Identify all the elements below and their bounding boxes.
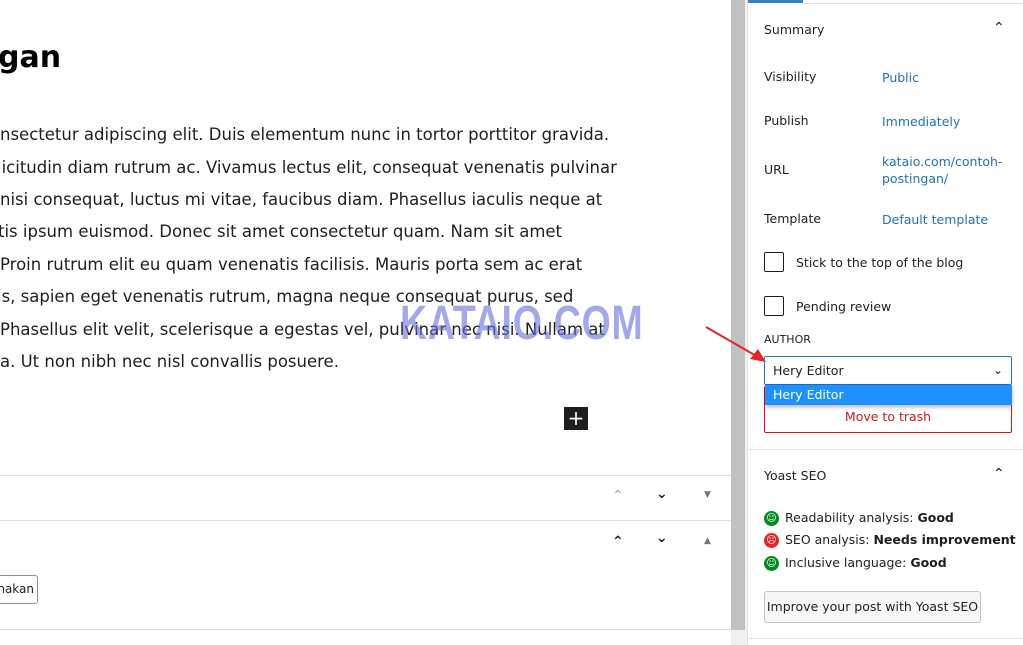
chevron-up-icon[interactable]: ⌃ — [993, 466, 1005, 482]
seo-value: Needs improvement — [873, 532, 1016, 547]
template-value[interactable]: Default template — [882, 212, 988, 227]
paragraph-line: Proin rutrum elit eu quam venenatis faci… — [0, 255, 583, 274]
move-up-button[interactable]: ⌃ — [612, 534, 624, 550]
divider — [748, 638, 1023, 639]
inclusive-value: Good — [910, 555, 947, 570]
move-to-trash-label: Move to trash — [844, 409, 932, 424]
paragraph-line: nisi consequat, luctus mi vitae, faucibu… — [0, 190, 603, 209]
toggle-panel-button[interactable]: ▲ — [704, 536, 711, 546]
divider — [748, 449, 1023, 450]
add-block-button[interactable]: + — [564, 407, 588, 430]
paragraph-line: licitudin diam rutrum ac. Vivamus lectus… — [0, 158, 617, 177]
watermark-logo: KATAIO.COM — [400, 297, 644, 350]
seo-status: SEO analysis: Needs improvement — [785, 532, 1016, 547]
visibility-label: Visibility — [764, 69, 817, 84]
pending-review-label: Pending review — [796, 299, 892, 314]
smiley-bad-icon: ☹ — [764, 533, 779, 548]
readability-label: Readability analysis: — [785, 510, 914, 525]
smiley-good-icon: ☺ — [764, 556, 779, 571]
pending-review-checkbox[interactable] — [764, 296, 784, 316]
move-down-button[interactable]: ⌄ — [656, 530, 668, 546]
move-up-button[interactable]: ⌃ — [612, 488, 624, 504]
divider — [0, 629, 731, 630]
readability-value: Good — [917, 510, 954, 525]
url-label: URL — [764, 162, 789, 177]
divider — [0, 475, 731, 476]
template-label: Template — [764, 211, 822, 226]
paragraph-line: nsectetur adipiscing elit. Duis elementu… — [0, 125, 610, 144]
inclusive-status: Inclusive language: Good — [785, 555, 947, 570]
divider — [0, 520, 731, 521]
chevron-up-icon[interactable]: ⌃ — [993, 20, 1005, 36]
move-down-button[interactable]: ⌄ — [656, 486, 668, 502]
summary-title[interactable]: Summary — [764, 22, 824, 37]
yoast-title[interactable]: Yoast SEO — [764, 468, 826, 483]
readability-status: Readability analysis: Good — [785, 510, 954, 525]
scrollbar-thumb[interactable] — [731, 0, 745, 630]
author-option[interactable]: Hery Editor — [765, 385, 1012, 405]
divider — [803, 3, 1023, 4]
chevron-down-icon: ⌄ — [992, 363, 1003, 377]
author-selected-value: Hery Editor — [773, 363, 844, 378]
improve-yoast-button[interactable]: Improve your post with Yoast SEO — [764, 591, 981, 623]
plus-icon: + — [567, 406, 585, 430]
paragraph-line: tis ipsum euismod. Donec sit amet consec… — [0, 222, 563, 241]
post-title[interactable]: gan — [0, 40, 61, 75]
author-select[interactable]: Hery Editor ⌄ — [764, 356, 1012, 385]
paragraph-line: a. Ut non nibh nec nisl convallis posuer… — [0, 352, 339, 371]
toggle-panel-button[interactable]: ▼ — [704, 490, 711, 500]
tab-post-indicator[interactable] — [748, 0, 803, 3]
url-value[interactable]: kataio.com/contoh-postingan/ — [882, 153, 1007, 187]
meta-select[interactable]: nakan — [0, 575, 38, 604]
author-label: AUTHOR — [764, 333, 811, 346]
stick-to-top-label: Stick to the top of the blog — [796, 255, 964, 270]
visibility-value[interactable]: Public — [882, 70, 919, 85]
stick-to-top-checkbox[interactable] — [764, 252, 784, 272]
red-arrow-annotation — [705, 326, 766, 362]
inclusive-label: Inclusive language: — [785, 555, 907, 570]
smiley-good-icon: ☺ — [764, 511, 779, 526]
seo-label: SEO analysis: — [785, 532, 870, 547]
publish-label: Publish — [764, 113, 809, 128]
publish-value[interactable]: Immediately — [882, 114, 960, 129]
settings-sidebar — [747, 0, 1023, 645]
